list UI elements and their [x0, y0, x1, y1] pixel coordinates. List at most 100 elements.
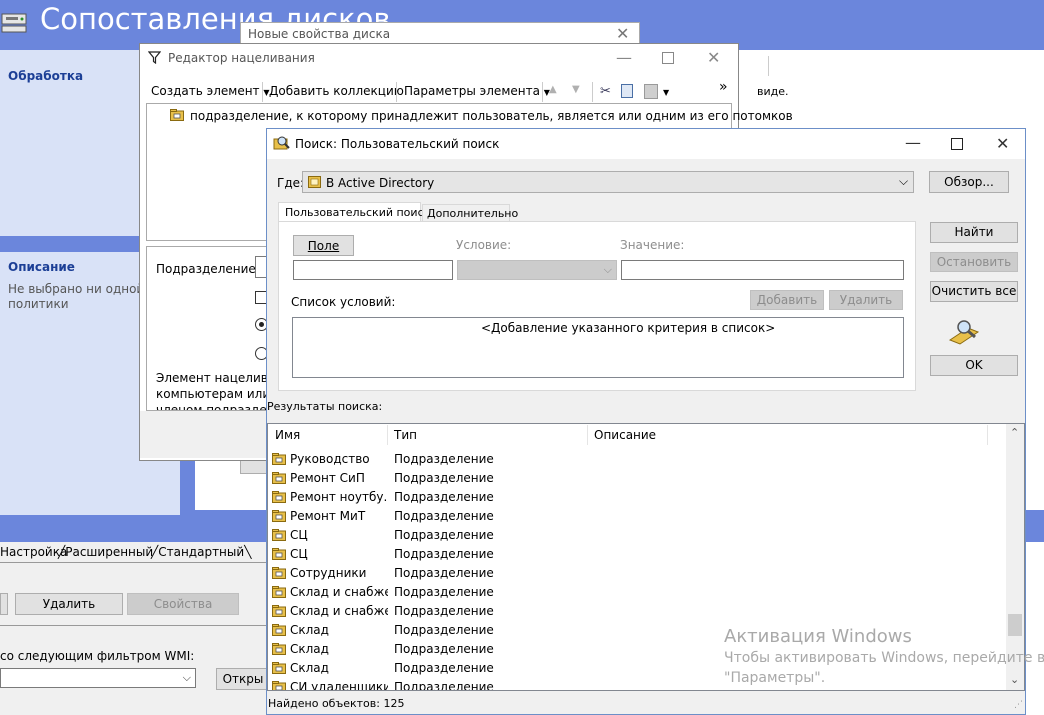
org-unit-icon: [272, 472, 286, 484]
scroll-down-icon[interactable]: ⌄: [1010, 673, 1019, 686]
column-separator[interactable]: [387, 425, 388, 445]
table-row[interactable]: СЦ Подразделение: [272, 526, 1002, 545]
browse-button[interactable]: Обзор...: [929, 171, 1009, 193]
row-type: Подразделение: [394, 604, 494, 618]
dropdown-arrow-icon[interactable]: ▼: [663, 88, 669, 97]
table-row[interactable]: Ремонт МиТ Подразделение: [272, 507, 1002, 526]
row-type: Подразделение: [394, 471, 494, 485]
column-separator[interactable]: [587, 425, 588, 445]
value-label: Значение:: [620, 238, 685, 252]
maximize-icon[interactable]: [951, 138, 963, 150]
row-type: Подразделение: [394, 528, 494, 542]
org-unit-icon: [272, 491, 286, 503]
item-options-menu[interactable]: Параметры элемента ▼: [404, 84, 550, 98]
wmi-filter-combo[interactable]: ⌵: [0, 668, 196, 688]
org-unit-icon: [272, 681, 286, 690]
condition-label: Условие:: [456, 238, 512, 252]
tab-standard[interactable]: ╱Стандартный╲: [151, 545, 251, 559]
activation-watermark-title: Активация Windows: [724, 626, 912, 647]
conditions-list-label: Список условий:: [291, 295, 396, 309]
divider: [0, 625, 268, 626]
clear-all-button[interactable]: Очистить все: [930, 281, 1018, 302]
scroll-up-icon[interactable]: ⌃: [1010, 426, 1019, 439]
where-label: Где:: [277, 176, 305, 190]
remove-button[interactable]: Удалить: [829, 290, 903, 310]
close-icon[interactable]: ✕: [616, 24, 629, 43]
table-row[interactable]: СЦ Подразделение: [272, 545, 1002, 564]
targeting-description-line: компьютерам или п: [156, 387, 266, 401]
table-row[interactable]: Склад и снабже... Подразделение: [272, 583, 1002, 602]
targeting-tree-item[interactable]: подразделение, к которому принадлежит по…: [190, 109, 793, 123]
row-type: Подразделение: [394, 623, 494, 637]
processing-header: Обработка: [8, 69, 84, 83]
field-input[interactable]: [293, 260, 453, 280]
item-options-label: Параметры элемента: [404, 84, 540, 98]
condition-combo[interactable]: ⌵: [457, 260, 617, 280]
table-row[interactable]: СИ удаленщики Подразделение: [272, 678, 1002, 690]
new-item-menu[interactable]: Создать элемент ▼: [151, 84, 270, 98]
row-type: Подразделение: [394, 547, 494, 561]
new-item-label: Создать элемент: [151, 84, 260, 98]
column-header-type[interactable]: Тип: [394, 428, 417, 442]
close-icon[interactable]: ✕: [996, 134, 1009, 153]
status-text: Найдено объектов: 125: [268, 697, 405, 710]
column-separator[interactable]: [987, 425, 988, 445]
activation-watermark-text: Чтобы активировать Windows, перейдите в …: [724, 650, 1044, 666]
open-button[interactable]: Откры: [216, 668, 270, 690]
table-row[interactable]: Ремонт СиП Подразделение: [272, 469, 1002, 488]
toolbar-separator: [396, 82, 397, 102]
maximize-icon[interactable]: [662, 52, 674, 64]
search-window-title: Поиск: Пользовательский поиск: [295, 137, 500, 151]
find-button[interactable]: Найти: [930, 222, 1018, 243]
row-name: СЦ: [290, 547, 308, 561]
description-header: Описание: [8, 260, 75, 274]
minimize-icon[interactable]: —: [616, 48, 632, 67]
row-name: Руководство: [290, 452, 370, 466]
copy-icon[interactable]: [621, 84, 633, 98]
row-name: СИ удаленщики: [290, 680, 388, 690]
resize-grip-icon[interactable]: ⋰: [1014, 700, 1023, 710]
tab-advanced-label: Расширенный: [65, 545, 154, 559]
field-button[interactable]: Поле: [293, 235, 354, 256]
activation-watermark-text: "Параметры".: [724, 670, 826, 686]
row-name: Склад: [290, 642, 329, 656]
table-row[interactable]: Руководство Подразделение: [272, 450, 1002, 469]
conditions-placeholder: <Добавление указанного критерия в список…: [481, 321, 776, 335]
delete-button[interactable]: Удалить: [15, 593, 123, 615]
org-unit-icon: [272, 624, 286, 636]
tab-advanced-label: Дополнительно: [427, 207, 519, 220]
org-unit-icon: [272, 510, 286, 522]
add-collection-button[interactable]: Добавить коллекцию: [269, 84, 404, 98]
chevron-down-icon: ⌵: [603, 263, 612, 276]
close-icon[interactable]: ✕: [707, 48, 720, 67]
properties-button[interactable]: Свойства: [127, 593, 239, 615]
stop-button[interactable]: Остановить: [930, 252, 1018, 272]
divider: [768, 56, 769, 76]
value-input[interactable]: [621, 260, 904, 280]
ok-button[interactable]: OK: [930, 355, 1018, 376]
row-type: Подразделение: [394, 661, 494, 675]
tab-custom-search-label: Пользовательский поиск: [285, 206, 431, 219]
row-name: Склад и снабже...: [290, 604, 388, 618]
targeting-editor-footer: [140, 411, 267, 458]
move-up-icon[interactable]: ▲: [549, 84, 557, 95]
table-row[interactable]: Склад и снабже... Подразделение: [272, 602, 1002, 621]
column-header-name[interactable]: Имя: [275, 428, 300, 442]
background-button-stub[interactable]: [0, 593, 8, 615]
minimize-icon[interactable]: —: [905, 133, 921, 152]
tab-advanced[interactable]: ╱Расширенный: [58, 545, 153, 559]
scrollbar-thumb[interactable]: [1008, 614, 1022, 636]
drive-maps-icon: [0, 8, 32, 36]
org-unit-icon: [272, 548, 286, 560]
table-row[interactable]: Сотрудники Подразделение: [272, 564, 1002, 583]
cut-icon[interactable]: ✂: [600, 84, 611, 99]
org-unit-icon: [272, 586, 286, 598]
chevron-down-icon: ⌵: [899, 174, 909, 188]
paste-icon[interactable]: [644, 84, 658, 99]
toolbar-overflow-button[interactable]: »: [719, 79, 728, 95]
move-down-icon[interactable]: ▼: [572, 84, 580, 95]
background-lower-area: [0, 563, 268, 715]
table-row[interactable]: Ремонт ноутбу... Подразделение: [272, 488, 1002, 507]
column-header-description[interactable]: Описание: [594, 428, 656, 442]
add-button[interactable]: Добавить: [750, 290, 824, 310]
